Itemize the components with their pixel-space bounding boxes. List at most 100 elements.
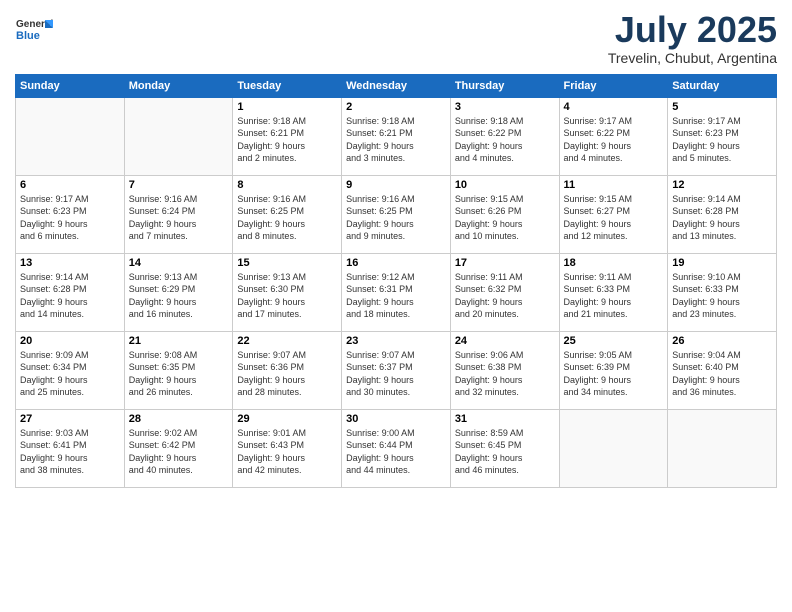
day-number: 11 <box>564 179 664 191</box>
day-number: 19 <box>672 257 772 269</box>
header: General Blue July 2025 Trevelin, Chubut,… <box>15 10 777 66</box>
location-title: Trevelin, Chubut, Argentina <box>608 50 777 66</box>
month-title: July 2025 <box>608 10 777 50</box>
day-info: Sunrise: 9:16 AM Sunset: 6:25 PM Dayligh… <box>237 193 337 243</box>
table-row: 19 Sunrise: 9:10 AM Sunset: 6:33 PM Dayli… <box>668 253 777 331</box>
day-info: Sunrise: 9:10 AM Sunset: 6:33 PM Dayligh… <box>672 271 772 321</box>
calendar-header-row: Sunday Monday Tuesday Wednesday Thursday… <box>16 74 777 97</box>
day-info: Sunrise: 9:18 AM Sunset: 6:21 PM Dayligh… <box>346 115 446 165</box>
table-row: 22Sunrise: 9:07 AM Sunset: 6:36 PM Dayli… <box>233 331 342 409</box>
table-row <box>559 409 668 487</box>
table-row: 26Sunrise: 9:04 AM Sunset: 6:40 PM Dayli… <box>668 331 777 409</box>
day-info: Sunrise: 9:17 AM Sunset: 6:23 PM Dayligh… <box>672 115 772 165</box>
logo: General Blue <box>15 10 57 48</box>
table-row <box>668 409 777 487</box>
day-info: Sunrise: 9:13 AM Sunset: 6:30 PM Dayligh… <box>237 271 337 321</box>
day-number: 5 <box>672 101 772 113</box>
day-number: 14 <box>129 257 229 269</box>
day-info: Sunrise: 9:05 AM Sunset: 6:39 PM Dayligh… <box>564 349 664 399</box>
svg-text:Blue: Blue <box>16 30 40 42</box>
day-number: 28 <box>129 413 229 425</box>
table-row: 31 Sunrise: 8:59 AM Sunset: 6:45 PM Dayli… <box>450 409 559 487</box>
table-row: 5 Sunrise: 9:17 AM Sunset: 6:23 PM Daylig… <box>668 97 777 175</box>
table-row: 20 Sunrise: 9:09 AM Sunset: 6:34 PM Dayli… <box>16 331 125 409</box>
day-number: 1 <box>237 101 337 113</box>
table-row <box>16 97 125 175</box>
day-info: Sunrise: 9:03 AM Sunset: 6:41 PM Dayligh… <box>20 427 120 477</box>
table-row: 27Sunrise: 9:03 AM Sunset: 6:41 PM Dayli… <box>16 409 125 487</box>
day-number: 25 <box>564 335 664 347</box>
day-number: 13 <box>20 257 120 269</box>
day-number: 24 <box>455 335 555 347</box>
day-number: 4 <box>564 101 664 113</box>
day-info: Sunrise: 9:17 AM Sunset: 6:22 PM Dayligh… <box>564 115 664 165</box>
table-row: 14 Sunrise: 9:13 AM Sunset: 6:29 PM Dayli… <box>124 253 233 331</box>
page: General Blue July 2025 Trevelin, Chubut,… <box>0 0 792 612</box>
day-info: Sunrise: 9:01 AM Sunset: 6:43 PM Dayligh… <box>237 427 337 477</box>
calendar-week-row: 1 Sunrise: 9:18 AM Sunset: 6:21 PM Daylig… <box>16 97 777 175</box>
day-number: 8 <box>237 179 337 191</box>
table-row: 25 Sunrise: 9:05 AM Sunset: 6:39 PM Dayli… <box>559 331 668 409</box>
table-row: 18 Sunrise: 9:11 AM Sunset: 6:33 PM Dayli… <box>559 253 668 331</box>
day-info: Sunrise: 9:18 AM Sunset: 6:21 PM Dayligh… <box>237 115 337 165</box>
day-number: 2 <box>346 101 446 113</box>
col-tuesday: Tuesday <box>233 74 342 97</box>
day-number: 20 <box>20 335 120 347</box>
day-info: Sunrise: 9:08 AM Sunset: 6:35 PM Dayligh… <box>129 349 229 399</box>
day-number: 26 <box>672 335 772 347</box>
day-number: 12 <box>672 179 772 191</box>
table-row: 16 Sunrise: 9:12 AM Sunset: 6:31 PM Dayli… <box>342 253 451 331</box>
day-info: Sunrise: 9:15 AM Sunset: 6:27 PM Dayligh… <box>564 193 664 243</box>
day-number: 18 <box>564 257 664 269</box>
day-number: 21 <box>129 335 229 347</box>
day-number: 15 <box>237 257 337 269</box>
day-info: Sunrise: 9:17 AM Sunset: 6:23 PM Dayligh… <box>20 193 120 243</box>
table-row: 7 Sunrise: 9:16 AM Sunset: 6:24 PM Daylig… <box>124 175 233 253</box>
table-row: 4 Sunrise: 9:17 AM Sunset: 6:22 PM Daylig… <box>559 97 668 175</box>
col-saturday: Saturday <box>668 74 777 97</box>
table-row: 28Sunrise: 9:02 AM Sunset: 6:42 PM Dayli… <box>124 409 233 487</box>
day-info: Sunrise: 9:14 AM Sunset: 6:28 PM Dayligh… <box>20 271 120 321</box>
calendar-week-row: 20 Sunrise: 9:09 AM Sunset: 6:34 PM Dayli… <box>16 331 777 409</box>
day-number: 16 <box>346 257 446 269</box>
table-row: 12Sunrise: 9:14 AM Sunset: 6:28 PM Dayli… <box>668 175 777 253</box>
day-info: Sunrise: 9:18 AM Sunset: 6:22 PM Dayligh… <box>455 115 555 165</box>
calendar-week-row: 13 Sunrise: 9:14 AM Sunset: 6:28 PM Dayli… <box>16 253 777 331</box>
table-row: 9 Sunrise: 9:16 AM Sunset: 6:25 PM Daylig… <box>342 175 451 253</box>
day-info: Sunrise: 9:12 AM Sunset: 6:31 PM Dayligh… <box>346 271 446 321</box>
col-sunday: Sunday <box>16 74 125 97</box>
day-number: 31 <box>455 413 555 425</box>
day-info: Sunrise: 9:16 AM Sunset: 6:24 PM Dayligh… <box>129 193 229 243</box>
day-number: 9 <box>346 179 446 191</box>
day-info: Sunrise: 9:11 AM Sunset: 6:32 PM Dayligh… <box>455 271 555 321</box>
day-number: 6 <box>20 179 120 191</box>
table-row: 10Sunrise: 9:15 AM Sunset: 6:26 PM Dayli… <box>450 175 559 253</box>
table-row: 2 Sunrise: 9:18 AM Sunset: 6:21 PM Daylig… <box>342 97 451 175</box>
day-number: 23 <box>346 335 446 347</box>
day-number: 7 <box>129 179 229 191</box>
day-info: Sunrise: 9:07 AM Sunset: 6:37 PM Dayligh… <box>346 349 446 399</box>
day-number: 29 <box>237 413 337 425</box>
day-info: Sunrise: 9:06 AM Sunset: 6:38 PM Dayligh… <box>455 349 555 399</box>
table-row: 8 Sunrise: 9:16 AM Sunset: 6:25 PM Daylig… <box>233 175 342 253</box>
table-row: 17Sunrise: 9:11 AM Sunset: 6:32 PM Dayli… <box>450 253 559 331</box>
col-wednesday: Wednesday <box>342 74 451 97</box>
day-info: Sunrise: 9:00 AM Sunset: 6:44 PM Dayligh… <box>346 427 446 477</box>
day-info: Sunrise: 8:59 AM Sunset: 6:45 PM Dayligh… <box>455 427 555 477</box>
calendar-table: Sunday Monday Tuesday Wednesday Thursday… <box>15 74 777 488</box>
table-row <box>124 97 233 175</box>
day-info: Sunrise: 9:11 AM Sunset: 6:33 PM Dayligh… <box>564 271 664 321</box>
table-row: 23 Sunrise: 9:07 AM Sunset: 6:37 PM Dayli… <box>342 331 451 409</box>
day-number: 3 <box>455 101 555 113</box>
table-row: 30Sunrise: 9:00 AM Sunset: 6:44 PM Dayli… <box>342 409 451 487</box>
day-info: Sunrise: 9:13 AM Sunset: 6:29 PM Dayligh… <box>129 271 229 321</box>
table-row: 13 Sunrise: 9:14 AM Sunset: 6:28 PM Dayli… <box>16 253 125 331</box>
table-row: 6 Sunrise: 9:17 AM Sunset: 6:23 PM Daylig… <box>16 175 125 253</box>
table-row: 3 Sunrise: 9:18 AM Sunset: 6:22 PM Daylig… <box>450 97 559 175</box>
day-info: Sunrise: 9:09 AM Sunset: 6:34 PM Dayligh… <box>20 349 120 399</box>
calendar-week-row: 6 Sunrise: 9:17 AM Sunset: 6:23 PM Daylig… <box>16 175 777 253</box>
day-info: Sunrise: 9:16 AM Sunset: 6:25 PM Dayligh… <box>346 193 446 243</box>
table-row: 29 Sunrise: 9:01 AM Sunset: 6:43 PM Dayli… <box>233 409 342 487</box>
table-row: 1 Sunrise: 9:18 AM Sunset: 6:21 PM Daylig… <box>233 97 342 175</box>
table-row: 24 Sunrise: 9:06 AM Sunset: 6:38 PM Dayli… <box>450 331 559 409</box>
